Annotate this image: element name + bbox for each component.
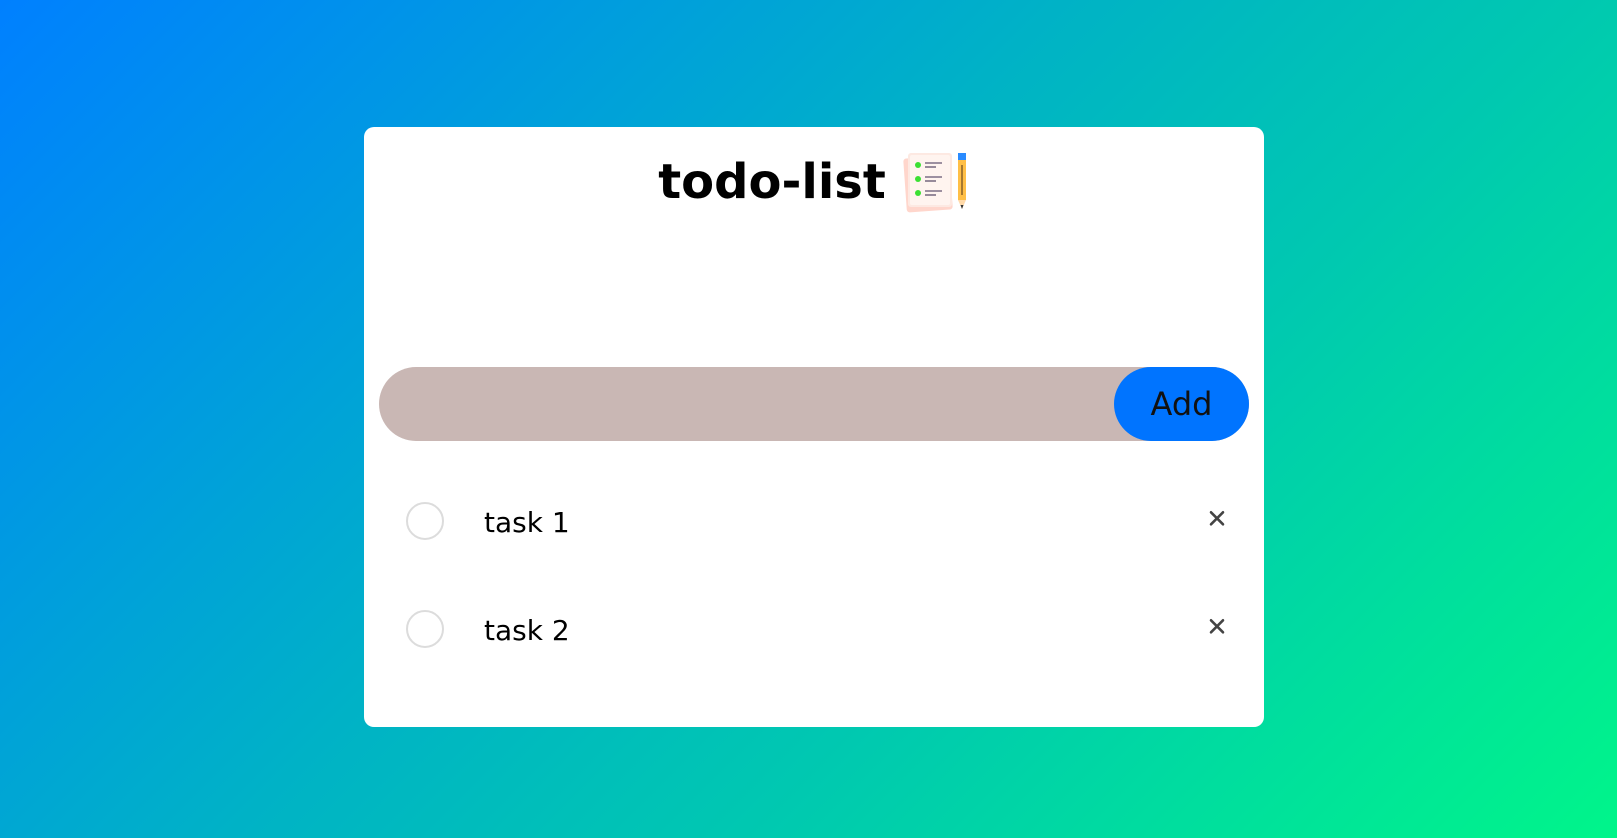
new-task-input[interactable] [379,367,1114,441]
checklist-with-pencil-icon [902,151,970,213]
new-task-form: Add [379,367,1249,441]
close-icon [1209,618,1225,634]
close-icon [1209,510,1225,526]
task-item: task 1 [364,467,1264,575]
todo-card: todo-list Add task 1 task 2 [364,127,1264,727]
header: todo-list [364,151,1264,213]
task-label[interactable]: task 1 [484,506,570,539]
delete-task-button[interactable] [1200,501,1234,535]
task-checkbox[interactable] [406,502,444,540]
task-list: task 1 task 2 [364,467,1264,683]
delete-task-button[interactable] [1200,609,1234,643]
app-title: todo-list [658,154,886,210]
task-checkbox[interactable] [406,610,444,648]
task-item: task 2 [364,575,1264,683]
task-label[interactable]: task 2 [484,614,570,647]
add-button[interactable]: Add [1114,367,1249,441]
